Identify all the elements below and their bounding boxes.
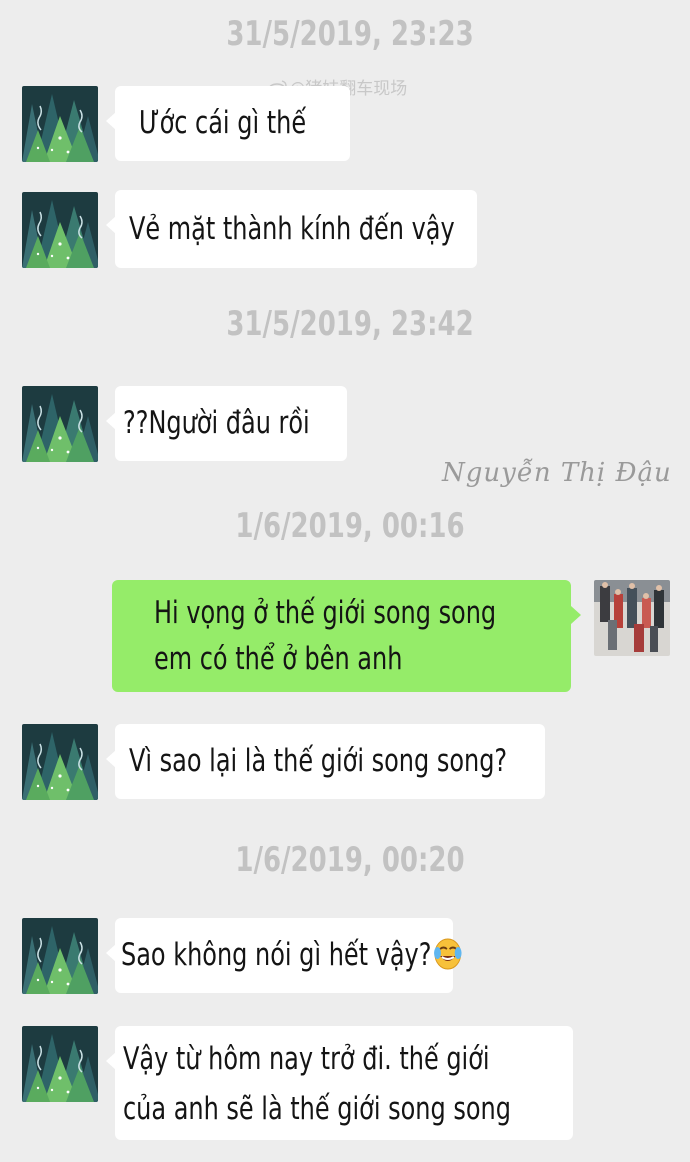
my-message-bubble[interactable]: Hi vọng ở thế giới song song em có thể ở… — [112, 580, 581, 692]
message-text-line: Hi vọng ở thế giới song song — [154, 595, 497, 631]
contact-avatar[interactable] — [22, 918, 98, 994]
message-text-line: của anh sẽ là thế giới song song — [123, 1091, 511, 1127]
my-avatar[interactable] — [594, 580, 670, 656]
message-text: Ước cái gì thế — [139, 105, 307, 141]
message-text-line: em có thể ở bên anh — [154, 641, 403, 677]
forest-avatar-icon — [22, 86, 98, 162]
timestamp: 1/6/2019, 00:16 — [235, 506, 465, 546]
grinning-tears-emoji — [434, 938, 462, 970]
forest-avatar-icon — [22, 192, 98, 268]
timestamp: 1/6/2019, 00:20 — [235, 840, 465, 880]
contact-avatar[interactable] — [22, 724, 98, 800]
message-bubble[interactable]: Vì sao lại là thế giới song song? — [106, 724, 545, 799]
message-text-content: Sao không nói gì hết vậy? — [121, 937, 432, 973]
message-text: Vẻ mặt thành kính đến vậy — [129, 211, 455, 247]
forest-avatar-icon — [22, 1026, 98, 1102]
crowd-photo-avatar-icon — [594, 580, 670, 656]
contact-avatar[interactable] — [22, 1026, 98, 1102]
message-text: ??Người đâu rồi — [123, 405, 310, 441]
message-text: Vì sao lại là thế giới song song? — [129, 743, 508, 779]
message-bubble[interactable]: Vẻ mặt thành kính đến vậy — [106, 190, 477, 268]
message-bubble[interactable]: Ước cái gì thế — [106, 86, 350, 161]
contact-avatar[interactable] — [22, 192, 98, 268]
forest-avatar-icon — [22, 918, 98, 994]
forest-avatar-icon — [22, 386, 98, 462]
timestamp: 31/5/2019, 23:23 — [226, 14, 474, 54]
message-bubble[interactable]: Sao không nói gì hết vậy? — [106, 918, 462, 993]
message-text: Sao không nói gì hết vậy? — [121, 918, 462, 993]
timestamp: 31/5/2019, 23:42 — [226, 304, 474, 344]
signature: Nguyễn Thị Đậu — [442, 458, 672, 488]
forest-avatar-icon — [22, 724, 98, 800]
message-bubble[interactable]: ??Người đâu rồi — [106, 386, 347, 461]
message-bubble[interactable]: Vậy từ hôm nay trở đi. thế giới của anh … — [106, 1026, 573, 1140]
message-text-line: Vậy từ hôm nay trở đi. thế giới — [123, 1041, 490, 1077]
contact-avatar[interactable] — [22, 386, 98, 462]
contact-avatar[interactable] — [22, 86, 98, 162]
